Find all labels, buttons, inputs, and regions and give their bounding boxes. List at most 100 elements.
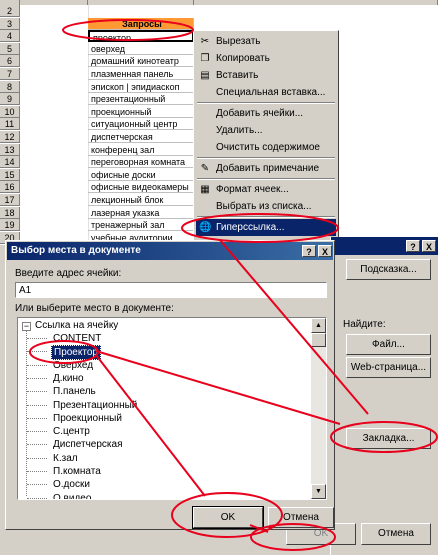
close-title-button[interactable]: X (422, 240, 436, 252)
hyperlink-cancel-button[interactable]: Отмена (361, 523, 431, 545)
row-header[interactable]: 10 (0, 105, 20, 118)
row-header[interactable]: 5 (0, 42, 20, 55)
ok-button[interactable]: OK (192, 506, 264, 529)
column-header[interactable] (88, 0, 194, 5)
tree-item[interactable]: Презентационный (51, 399, 139, 412)
tree-item[interactable]: Д.кино (51, 372, 86, 385)
column-header[interactable] (20, 0, 88, 5)
scroll-thumb[interactable] (311, 333, 326, 347)
menu-item[interactable]: ✂ Вырезать (196, 33, 336, 50)
tree-item[interactable]: Диспетчерская (51, 438, 125, 451)
row-header[interactable]: 3 (0, 17, 20, 30)
menu-separator (197, 157, 335, 159)
row-header[interactable]: 16 (0, 181, 20, 194)
menu-item[interactable]: Выбрать из списка... (196, 198, 336, 215)
row-header[interactable]: 12 (0, 131, 20, 143)
tree-item[interactable]: CONTENT (51, 332, 103, 345)
comment-icon: ✎ (200, 163, 210, 174)
sheet-cell[interactable]: проекционный (88, 105, 194, 118)
hint-button[interactable]: Подсказка... (346, 259, 431, 280)
sheet-cell[interactable]: ситуационный центр (88, 118, 194, 131)
select-place-dialog: Выбор места в документе ? X Введите адре… (5, 240, 335, 530)
sheet-cell[interactable]: презентационный (88, 93, 194, 106)
row-header[interactable]: 2 (0, 5, 20, 17)
sheet-cell[interactable]: домашний кинотеатр (88, 55, 194, 68)
find-label: Найдите: (343, 319, 386, 330)
sheet-cell[interactable]: плазменная панель (88, 68, 194, 80)
row-header[interactable]: 8 (0, 80, 20, 93)
menu-separator (197, 178, 335, 180)
tree-line (27, 377, 47, 379)
row-header[interactable]: 4 (0, 30, 20, 43)
cancel-button[interactable]: Отмена (268, 507, 334, 528)
scroll-up-icon[interactable]: ▲ (311, 318, 326, 333)
row-header[interactable]: 15 (0, 168, 20, 181)
sheet-cell[interactable]: эпископ | эпидиаскоп (88, 80, 194, 93)
tree-line (27, 391, 47, 393)
tree-item[interactable]: О.видео (51, 492, 93, 499)
menu-item-label: Копировать (216, 53, 270, 64)
tree-item[interactable]: К.зал (51, 452, 80, 465)
sheet-cell[interactable]: офисные доски (88, 168, 194, 181)
tree-item[interactable]: Оверхед (51, 359, 95, 372)
tree-item[interactable]: О.доски (51, 478, 92, 491)
sheet-cell[interactable]: офисные видеокамеры (88, 181, 194, 194)
bookmark-button[interactable]: Закладка... (346, 428, 431, 449)
webpage-button[interactable]: Web-страница... (346, 357, 431, 378)
tree-line (27, 404, 47, 406)
context-menu: ✂ Вырезать ❐ Копировать ▤ Вставить Специальная… (193, 30, 339, 242)
menu-item[interactable]: ▦ Формат ячеек... (196, 181, 336, 198)
document-place-tree[interactable]: − Ссылка на ячейку CONTENT Проектор Оверхе… (17, 317, 327, 500)
menu-item[interactable]: ✎ Добавить примечание (196, 160, 336, 177)
menu-item[interactable]: Специальная вставка... (196, 84, 336, 101)
column-header[interactable] (194, 0, 438, 5)
tree-line (27, 417, 47, 419)
active-cell[interactable]: проектор (88, 30, 194, 43)
tree-item[interactable]: Проекционный (51, 412, 124, 425)
row-header[interactable]: 9 (0, 93, 20, 106)
tree-line (27, 338, 47, 339)
sheet-cell[interactable]: диспетчерская (88, 131, 194, 143)
menu-item[interactable]: ❐ Копировать (196, 50, 336, 67)
tree-root[interactable]: Ссылка на ячейку (35, 319, 118, 332)
scroll-down-icon[interactable]: ▼ (311, 484, 326, 499)
row-header[interactable]: 7 (0, 68, 20, 80)
sheet-cell[interactable]: конференц зал (88, 143, 194, 156)
sheet-cell[interactable]: переговорная комната (88, 156, 194, 169)
menu-item[interactable]: Удалить... (196, 122, 336, 139)
menu-item[interactable]: Очистить содержимое (196, 139, 336, 156)
insert-hyperlink-dialog: ? X Подсказка... Найдите: Файл... Web-ст… (286, 237, 438, 555)
menu-separator (197, 102, 335, 104)
close-title-button[interactable]: X (318, 245, 332, 257)
tree-item[interactable]: П.комната (51, 465, 103, 478)
row-header[interactable]: 6 (0, 55, 20, 68)
help-title-button[interactable]: ? (406, 240, 420, 252)
address-input[interactable]: A1 (15, 282, 327, 298)
row-header[interactable]: 17 (0, 194, 20, 206)
sheet-cell[interactable]: оверхед (88, 42, 194, 55)
sheet-cell[interactable]: лекционный блок (88, 194, 194, 206)
row-header[interactable]: 11 (0, 118, 20, 131)
sheet-cell[interactable]: тренажерный зал (88, 219, 194, 232)
sheet-cell[interactable]: лазерная указка (88, 206, 194, 219)
menu-item[interactable]: Добавить ячейки... (196, 105, 336, 122)
row-header[interactable]: 14 (0, 156, 20, 169)
header-cell[interactable]: Запросы (88, 17, 194, 30)
tree-line (27, 444, 47, 446)
copy-icon: ❐ (200, 53, 210, 64)
help-title-button[interactable]: ? (302, 245, 316, 257)
row-header[interactable]: 18 (0, 206, 20, 219)
menu-item[interactable]: ▤ Вставить (196, 67, 336, 84)
tree-item[interactable]: С.центр (51, 425, 92, 438)
row-header[interactable]: 13 (0, 143, 20, 156)
paste-icon: ▤ (200, 70, 210, 81)
menu-item-label: Вырезать (216, 36, 261, 47)
hyperlink-icon: 🌐 (199, 222, 212, 233)
file-button[interactable]: Файл... (346, 334, 431, 355)
menu-item[interactable]: 🌐 Гиперссылка... (196, 219, 336, 236)
tree-scrollbar[interactable]: ▲ ▼ (311, 318, 326, 499)
row-header[interactable]: 19 (0, 219, 20, 232)
tree-line (27, 484, 47, 486)
tree-item[interactable]: П.панель (51, 385, 98, 398)
tree-collapse-toggle[interactable]: − (22, 322, 31, 331)
